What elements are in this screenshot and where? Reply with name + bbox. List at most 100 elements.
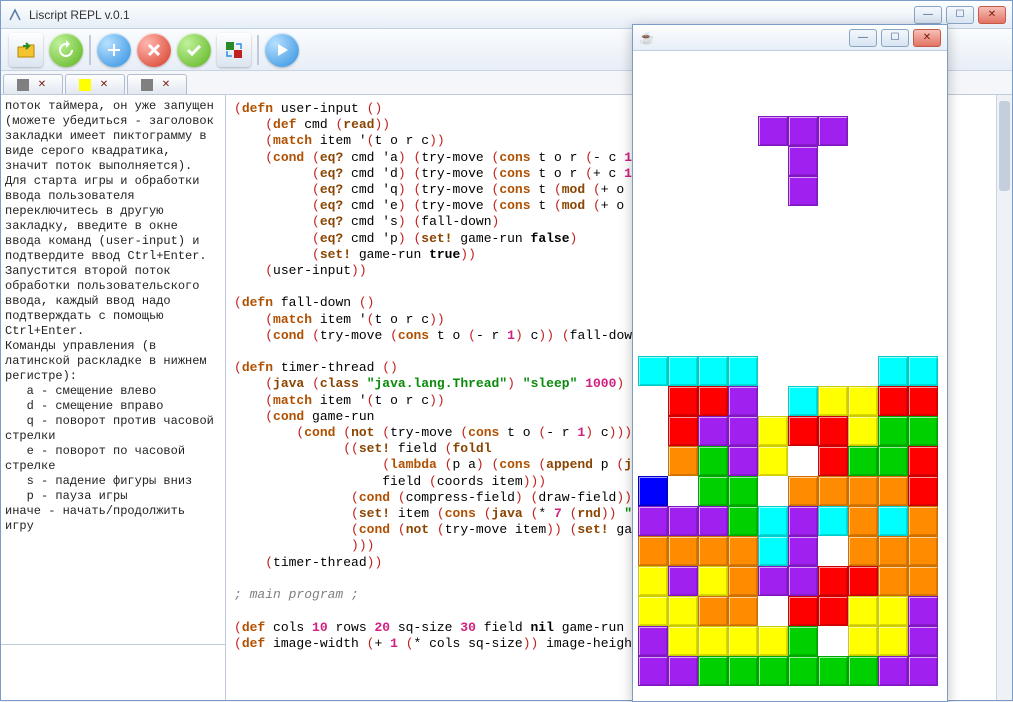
left-panel: поток таймера, он уже запущен (можете уб… <box>1 95 226 700</box>
tetris-cell <box>878 416 908 446</box>
tetris-cell <box>878 476 908 506</box>
tetris-cell <box>638 536 668 566</box>
tetris-cell <box>848 506 878 536</box>
tab-1[interactable]: ✕ <box>3 74 63 94</box>
tetris-cell <box>878 506 908 536</box>
tetris-cell <box>758 446 788 476</box>
separator <box>257 35 259 65</box>
tetris-cell <box>638 596 668 626</box>
scroll-thumb[interactable] <box>999 101 1010 191</box>
tetris-cell <box>908 566 938 596</box>
tetris-cell <box>818 446 848 476</box>
tetris-cell <box>908 596 938 626</box>
tetris-cell <box>758 626 788 656</box>
tab-close-icon[interactable]: ✕ <box>159 78 173 92</box>
tetris-titlebar: ☕ — ☐ ✕ <box>633 25 947 51</box>
tetris-cell <box>698 446 728 476</box>
maximize-button[interactable]: ☐ <box>946 6 974 24</box>
tetris-cell <box>848 566 878 596</box>
tetris-cell <box>878 596 908 626</box>
tetris-cell <box>818 566 848 596</box>
tetris-cell <box>728 386 758 416</box>
tetris-minimize[interactable]: — <box>849 29 877 47</box>
tetris-cell <box>788 386 818 416</box>
help-text[interactable]: поток таймера, он уже запущен (можете уб… <box>1 95 225 644</box>
tetris-cell <box>728 356 758 386</box>
tetris-cell <box>788 506 818 536</box>
tetris-cell <box>878 536 908 566</box>
tetris-cell <box>698 356 728 386</box>
close-button[interactable]: ✕ <box>978 6 1006 24</box>
swap-button[interactable] <box>217 33 251 67</box>
tetris-cell <box>668 506 698 536</box>
tetris-cell <box>788 176 818 206</box>
add-button[interactable] <box>97 33 131 67</box>
java-icon: ☕ <box>639 31 654 45</box>
tab-close-icon[interactable]: ✕ <box>97 78 111 92</box>
tetris-cell <box>758 566 788 596</box>
tetris-cell <box>728 476 758 506</box>
ok-button[interactable] <box>177 33 211 67</box>
tetris-cell <box>848 536 878 566</box>
tetris-cell <box>698 536 728 566</box>
tab-swatch <box>79 79 91 91</box>
tetris-cell <box>728 566 758 596</box>
tetris-cell <box>698 566 728 596</box>
tetris-cell <box>758 506 788 536</box>
tetris-cell <box>758 116 788 146</box>
tetris-cell <box>788 536 818 566</box>
tab-close-icon[interactable]: ✕ <box>35 78 49 92</box>
minimize-button[interactable]: — <box>914 6 942 24</box>
tetris-cell <box>878 566 908 596</box>
tetris-cell <box>818 416 848 446</box>
tetris-cell <box>878 626 908 656</box>
tetris-cell <box>788 146 818 176</box>
scrollbar-vertical[interactable] <box>996 95 1012 700</box>
tetris-cell <box>788 626 818 656</box>
tetris-cell <box>788 416 818 446</box>
tetris-cell <box>788 566 818 596</box>
tetris-cell <box>788 596 818 626</box>
tetris-cell <box>728 536 758 566</box>
tetris-cell <box>848 446 878 476</box>
reload-button[interactable] <box>49 33 83 67</box>
separator <box>89 35 91 65</box>
app-icon <box>7 7 23 23</box>
tetris-cell <box>668 596 698 626</box>
input-pane[interactable] <box>1 644 225 700</box>
tetris-cell <box>728 596 758 626</box>
tab-swatch <box>17 79 29 91</box>
tetris-cell <box>878 386 908 416</box>
tetris-maximize[interactable]: ☐ <box>881 29 909 47</box>
run-button[interactable] <box>265 33 299 67</box>
tetris-cell <box>818 116 848 146</box>
tab-3[interactable]: ✕ <box>127 74 187 94</box>
tetris-canvas <box>633 51 947 701</box>
main-window: Liscript REPL v.0.1 — ☐ ✕ <box>0 0 1013 701</box>
tetris-cell <box>638 566 668 596</box>
tetris-cell <box>638 506 668 536</box>
tetris-cell <box>848 656 878 686</box>
tetris-close[interactable]: ✕ <box>913 29 941 47</box>
tetris-cell <box>638 656 668 686</box>
tetris-cell <box>908 356 938 386</box>
tetris-cell <box>908 626 938 656</box>
tetris-cell <box>908 536 938 566</box>
cancel-button[interactable] <box>137 33 171 67</box>
open-button[interactable] <box>9 33 43 67</box>
tetris-cell <box>848 476 878 506</box>
tetris-cell <box>908 506 938 536</box>
tetris-cell <box>788 476 818 506</box>
tetris-cell <box>698 386 728 416</box>
tetris-cell <box>818 476 848 506</box>
tetris-cell <box>818 656 848 686</box>
tetris-cell <box>908 416 938 446</box>
tetris-cell <box>878 356 908 386</box>
tetris-cell <box>818 386 848 416</box>
tetris-cell <box>728 416 758 446</box>
tetris-cell <box>638 356 668 386</box>
tetris-cell <box>728 506 758 536</box>
tetris-cell <box>698 506 728 536</box>
tab-2[interactable]: ✕ <box>65 74 125 94</box>
tetris-cell <box>728 626 758 656</box>
